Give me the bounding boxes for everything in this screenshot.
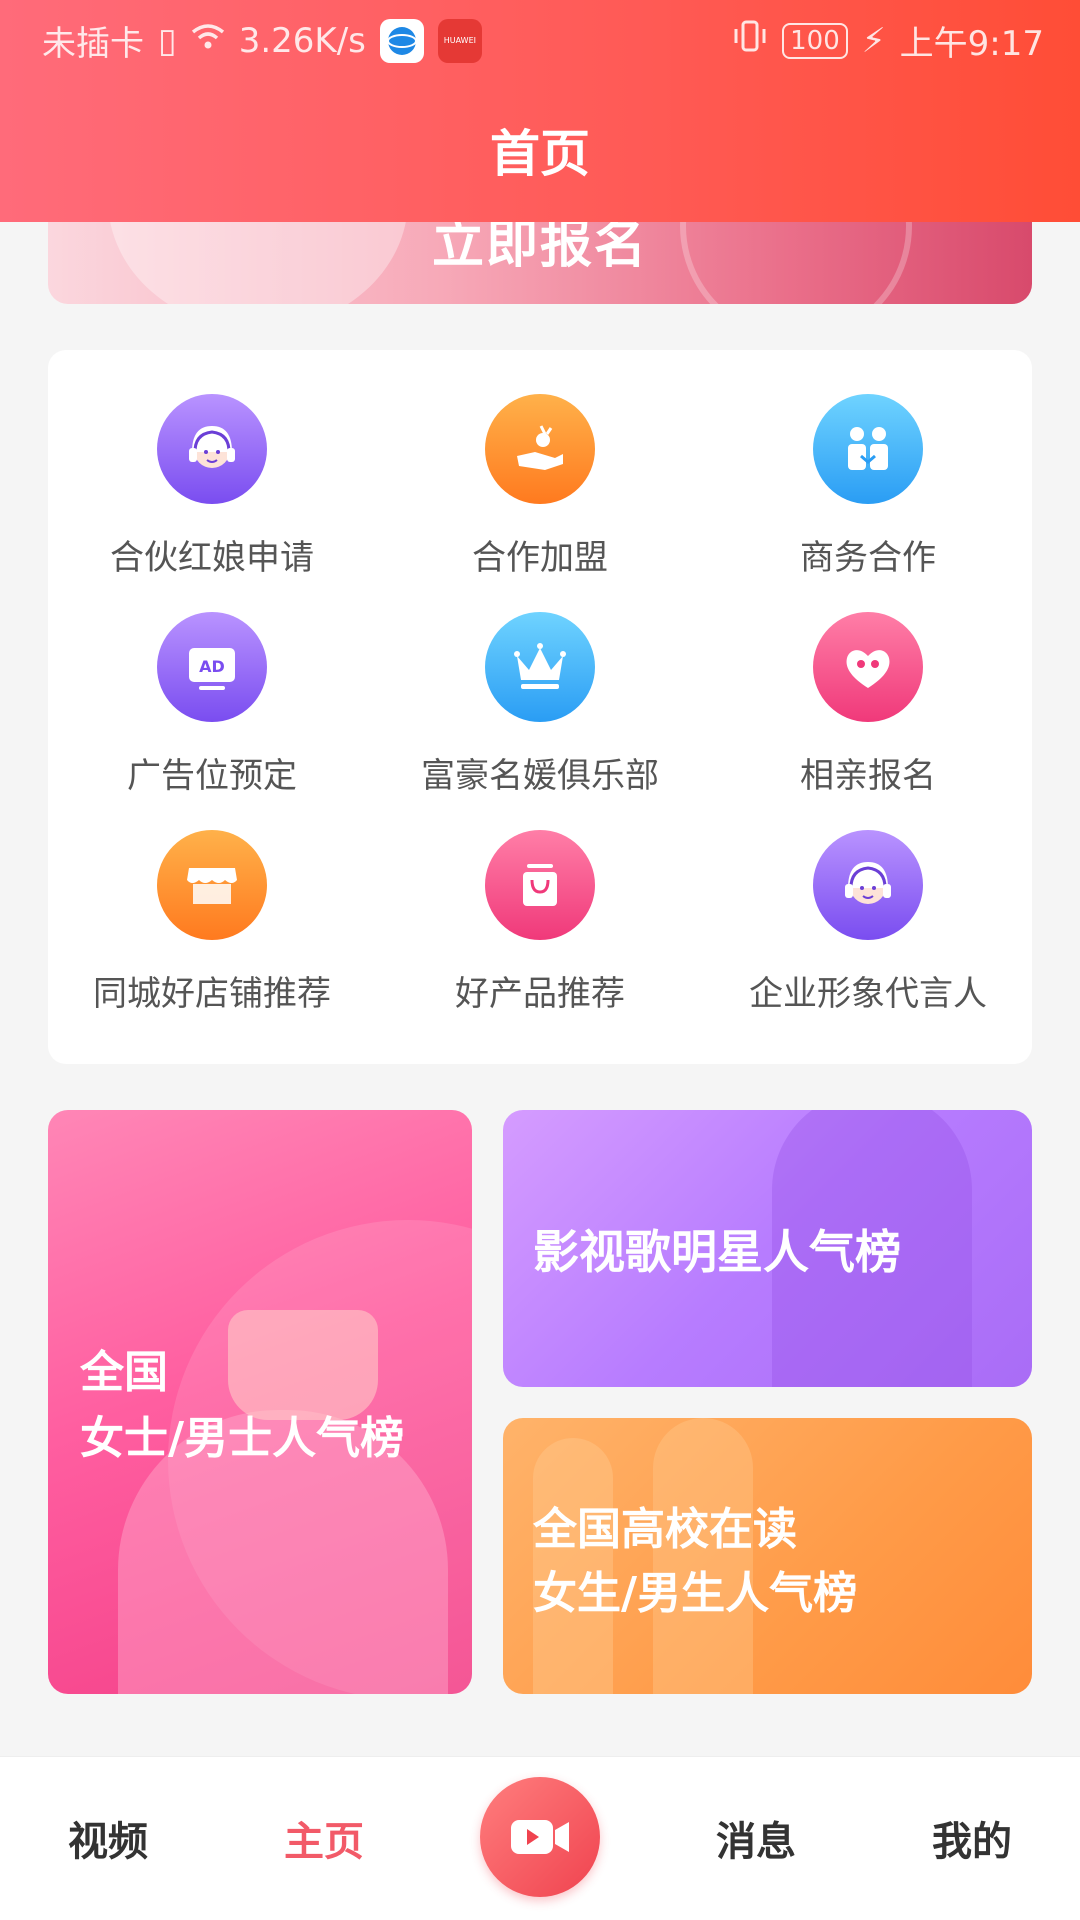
menu-label: 同城好店铺推荐	[93, 974, 331, 1014]
bottom-nav: 视频 主页 消息 我的	[0, 1756, 1080, 1920]
heart-lock-icon	[813, 612, 923, 722]
clock: 上午9:17	[899, 24, 1044, 64]
status-bar: 未插卡 ▯ 3.26K/s HUAWEI 100 ⚡ 上午9:17	[0, 0, 1080, 76]
ad-icon: AD	[157, 612, 267, 722]
campus-ranking-card[interactable]: 全国高校在读 女生/男生人气榜	[503, 1418, 1032, 1694]
headset-girl-icon	[813, 830, 923, 940]
carrier-text: 未插卡	[42, 24, 144, 64]
vibrate-icon	[732, 19, 768, 62]
nav-mine[interactable]: 我的	[872, 1809, 1072, 1867]
menu-item-good-products[interactable]: 好产品推荐	[376, 786, 704, 1014]
menu-item-matchmaker-apply[interactable]: 合伙红娘申请	[48, 350, 376, 578]
nav-video[interactable]: 视频	[8, 1809, 208, 1867]
menu-item-brand-ambassador[interactable]: 企业形象代言人	[704, 786, 1032, 1014]
shopping-bag-icon	[485, 830, 595, 940]
app-header: 未插卡 ▯ 3.26K/s HUAWEI 100 ⚡ 上午9:17 首页	[0, 0, 1080, 222]
shop-icon	[157, 830, 267, 940]
sim-alert-icon: ▯	[158, 20, 177, 61]
huawei-app-icon: HUAWEI	[437, 18, 482, 63]
browser-app-icon	[379, 18, 424, 63]
nav-messages[interactable]: 消息	[656, 1809, 856, 1867]
card-title: 影视歌明星人气榜	[533, 1225, 901, 1279]
menu-item-business[interactable]: 商务合作	[704, 350, 1032, 578]
menu-item-blind-date[interactable]: 相亲报名	[704, 568, 1032, 796]
charging-icon: ⚡	[861, 20, 886, 61]
wifi-icon	[191, 21, 225, 61]
battery-indicator: 100	[782, 22, 848, 59]
menu-item-vip-club[interactable]: 富豪名媛俱乐部	[376, 568, 704, 796]
card-title: 全国 女士/男士人气榜	[80, 1347, 405, 1464]
menu-item-local-shops[interactable]: 同城好店铺推荐	[48, 786, 376, 1014]
menu-label: 企业形象代言人	[749, 974, 987, 1014]
menu-item-ad-booking[interactable]: AD 广告位预定	[48, 568, 376, 796]
video-camera-icon	[511, 1820, 569, 1854]
menu-label: 好产品推荐	[455, 974, 625, 1014]
record-video-button[interactable]	[480, 1777, 600, 1897]
network-speed: 3.26K/s	[238, 20, 366, 61]
star-ranking-card[interactable]: 影视歌明星人气榜	[503, 1110, 1032, 1387]
nav-home[interactable]: 主页	[224, 1809, 424, 1867]
card-title: 全国高校在读 女生/男生人气榜	[533, 1504, 858, 1619]
handshake-icon	[485, 394, 595, 504]
crown-icon	[485, 612, 595, 722]
partners-icon	[813, 394, 923, 504]
page-title: 首页	[490, 125, 590, 183]
menu-item-franchise[interactable]: 合作加盟	[376, 350, 704, 578]
national-popularity-ranking-card[interactable]: 全国 女士/男士人气榜	[48, 1110, 472, 1694]
headset-girl-icon	[157, 394, 267, 504]
feature-menu: 合伙红娘申请 合作加盟 商务合作 AD 广告位预定 富豪名媛俱乐部 相亲报名 同…	[48, 350, 1032, 1064]
svg-text:AD: AD	[199, 657, 225, 676]
